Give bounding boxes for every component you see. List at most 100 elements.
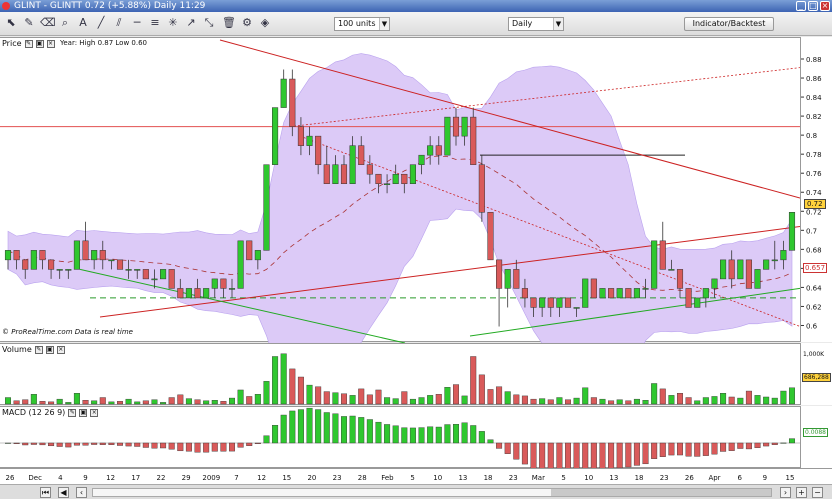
zoom-in-icon[interactable]: + (796, 487, 807, 498)
macd-panel-header: MACD (12 26 9) ✎ ▣ × (2, 408, 99, 417)
macd-bar (659, 442, 666, 457)
volume-bar (401, 391, 408, 405)
fibonacci-icon[interactable]: ≡ (148, 16, 162, 30)
volume-bar (134, 401, 141, 405)
candle-body (237, 240, 244, 289)
volume-bar (116, 401, 123, 405)
volume-bar (685, 397, 692, 405)
candle-body (220, 278, 227, 289)
volume-bar (323, 391, 330, 405)
wrench-icon[interactable]: ✎ (68, 408, 77, 417)
text-tool-icon[interactable]: A (76, 16, 90, 30)
candle-body (754, 269, 761, 289)
macd-bar (694, 442, 701, 457)
macd-bar (435, 426, 442, 444)
price-tick-label: 0.82 (806, 113, 822, 121)
candle-body (272, 107, 279, 165)
wrench-icon[interactable]: ✎ (34, 345, 43, 354)
previous-page-icon[interactable]: ◀ (58, 487, 69, 498)
candle-body (203, 288, 210, 299)
volume-bar (702, 397, 709, 405)
candle-body (788, 212, 796, 251)
current-price-badge: 0.72 (804, 199, 826, 209)
date-tick-label: 15 (786, 474, 795, 482)
macd-bar (134, 442, 141, 447)
volume-bar (65, 402, 72, 405)
channel-icon[interactable]: ⫽ (112, 16, 126, 30)
trash-icon[interactable]: 🗑 (222, 16, 236, 30)
volume-bar (315, 386, 322, 405)
lock-icon[interactable]: ▣ (79, 408, 88, 417)
lock-icon[interactable]: ▣ (45, 345, 54, 354)
date-tick-label: 29 (182, 474, 191, 482)
macd-bar (565, 442, 572, 469)
horizontal-scrollbar[interactable] (92, 488, 772, 497)
macd-bar (237, 442, 244, 448)
zoom-icon[interactable]: ⌕ (58, 16, 72, 30)
maximize-button[interactable]: □ (808, 1, 818, 11)
close-icon[interactable]: × (46, 39, 55, 48)
eraser-icon[interactable]: ⌫ (40, 16, 56, 30)
period-select[interactable]: Daily ▼ (508, 17, 564, 31)
macd-bar (263, 435, 270, 444)
candle-body (151, 278, 158, 281)
volume-bar (30, 394, 37, 405)
macd-bar (39, 442, 46, 446)
zoom-out-icon[interactable]: − (812, 487, 823, 498)
candle-body (444, 116, 451, 156)
close-button[interactable]: × (820, 1, 830, 11)
measure-icon[interactable]: ⤡ (202, 16, 216, 30)
macd-bar (315, 409, 322, 444)
indicator-backtest-button[interactable]: Indicator/Backtest (684, 17, 774, 31)
horizontal-line-icon[interactable]: ─ (130, 16, 144, 30)
macd-bar (427, 426, 434, 444)
macd-bar (625, 442, 632, 468)
close-icon[interactable]: × (56, 345, 65, 354)
macd-bar (280, 414, 287, 444)
volume-bar (185, 398, 192, 405)
date-tick-label: 15 (282, 474, 291, 482)
first-page-icon[interactable]: ⏮ (40, 487, 51, 498)
macd-bar (556, 442, 563, 469)
scrollbar-thumb[interactable] (551, 489, 771, 496)
volume-bar (48, 401, 55, 405)
candle-body (590, 278, 597, 299)
candle-body (728, 259, 735, 280)
pencil-icon[interactable]: ✎ (22, 16, 36, 30)
volume-bar (435, 394, 442, 405)
macd-bar (349, 415, 356, 444)
cube-icon[interactable]: ◈ (258, 16, 272, 30)
volume-bar (56, 398, 63, 405)
price-panel-label: Price (2, 39, 22, 48)
volume-bar (341, 393, 348, 405)
macd-bar (91, 442, 98, 445)
date-tick-label: 17 (131, 474, 140, 482)
scroll-right-icon[interactable]: › (780, 487, 791, 498)
date-tick-label: 6 (737, 474, 742, 482)
volume-bar (616, 399, 623, 405)
wrench-icon[interactable]: ✎ (24, 39, 33, 48)
candle-body (530, 297, 537, 308)
macd-bar (418, 427, 425, 444)
volume-bar (711, 396, 718, 405)
macd-bar (530, 442, 537, 469)
close-icon[interactable]: × (90, 408, 99, 417)
units-select[interactable]: 100 units ▼ (334, 17, 390, 31)
date-tick-label: 26 (6, 474, 15, 482)
gann-icon[interactable]: ✳ (166, 16, 180, 30)
candle-body (418, 154, 425, 165)
volume-bar (530, 398, 537, 405)
candle-body (99, 250, 106, 261)
cursor-icon[interactable]: ⬉ (4, 16, 18, 30)
candle-body (694, 297, 701, 308)
price-tick-label: 0.74 (806, 189, 822, 197)
price-tick-label: 0.72 (806, 208, 822, 216)
trendline-icon[interactable]: ╱ (94, 16, 108, 30)
scroll-left-icon[interactable]: ‹ (76, 487, 87, 498)
minimize-button[interactable]: _ (796, 1, 806, 11)
macd-bar (384, 424, 391, 444)
lock-icon[interactable]: ▣ (35, 39, 44, 48)
volume-bar (237, 389, 244, 405)
properties-icon[interactable]: ⚙ (240, 16, 254, 30)
arrow-tool-icon[interactable]: ↗ (184, 16, 198, 30)
